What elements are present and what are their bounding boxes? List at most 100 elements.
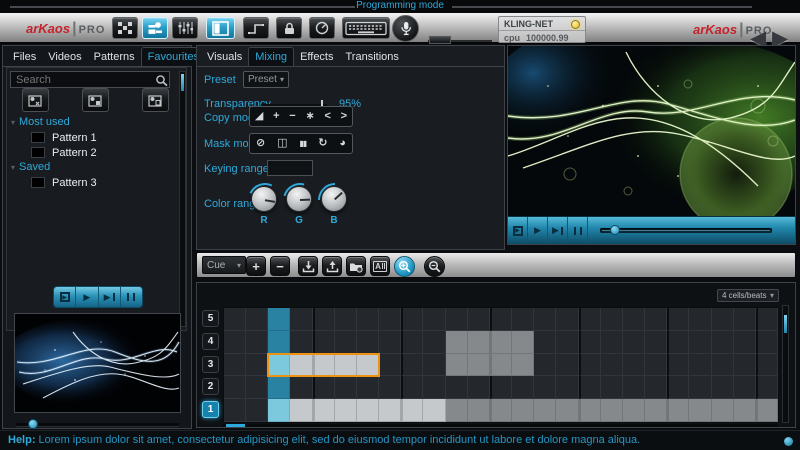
grid-cell[interactable] — [756, 376, 778, 399]
mask-mode-split-button[interactable]: ◫ — [277, 138, 287, 149]
grid-cell[interactable] — [689, 331, 711, 354]
grid-cell[interactable] — [224, 399, 246, 422]
grid-cell[interactable] — [601, 376, 623, 399]
grid-cell[interactable] — [446, 308, 468, 331]
mask-mode-bars-button[interactable]: ▮▮ — [299, 140, 306, 148]
grid-cell[interactable] — [335, 399, 357, 422]
microphone-button[interactable] — [392, 15, 419, 42]
tree-item-pattern-2[interactable]: Pattern 2 — [11, 145, 175, 160]
tree-group-saved[interactable]: ▾Saved — [11, 160, 175, 175]
grid-row-label-4[interactable]: 4 — [202, 333, 219, 350]
grid-cell[interactable] — [601, 399, 623, 422]
grid-cell[interactable] — [401, 354, 423, 377]
media-manager-button[interactable] — [346, 256, 366, 276]
grid-cell[interactable] — [490, 331, 512, 354]
grid-cell[interactable] — [623, 331, 645, 354]
grid-cell[interactable] — [712, 308, 734, 331]
grid-cell[interactable] — [734, 308, 756, 331]
library-filter-media-button[interactable] — [142, 88, 169, 112]
grid-cell[interactable] — [468, 354, 490, 377]
grid-cell[interactable] — [423, 331, 445, 354]
copy-mode-subtract-button[interactable]: − — [289, 111, 295, 122]
grid-cell[interactable] — [512, 354, 534, 377]
cue-dropdown[interactable]: Cue ▾ — [202, 256, 246, 274]
grid-cell[interactable] — [689, 354, 711, 377]
grid-cell[interactable] — [357, 331, 379, 354]
toolbar-keyboard-button[interactable] — [342, 17, 390, 39]
toolbar-faders-button[interactable] — [172, 17, 198, 39]
grid-cell[interactable] — [268, 376, 290, 399]
grid-cell[interactable] — [534, 354, 556, 377]
grid-cell[interactable] — [468, 376, 490, 399]
grid-cell[interactable] — [645, 399, 667, 422]
grid-cell[interactable] — [556, 308, 578, 331]
keying-range-input[interactable] — [267, 160, 313, 176]
remove-cell-button[interactable]: − — [270, 256, 290, 276]
grid-cell[interactable] — [579, 376, 601, 399]
grid-cell[interactable] — [423, 308, 445, 331]
zoom-in-button[interactable] — [394, 256, 415, 277]
tab-transitions[interactable]: Transitions — [340, 48, 405, 66]
copy-mode-multiply-button[interactable]: ∗ — [305, 111, 314, 122]
grid-cell[interactable] — [313, 354, 335, 377]
grid-cell[interactable] — [246, 308, 268, 331]
grid-cell[interactable] — [579, 308, 601, 331]
grid-cell[interactable] — [667, 399, 689, 422]
grid-cell[interactable] — [290, 399, 312, 422]
grid-cell[interactable] — [423, 354, 445, 377]
output-play-pause-button[interactable]: ▶ — [548, 217, 568, 244]
grid-row-label-1[interactable]: 1 — [202, 401, 219, 418]
play-button[interactable]: ▶ — [76, 287, 98, 307]
grid-cell[interactable] — [579, 354, 601, 377]
grid-cell[interactable] — [556, 376, 578, 399]
grid-cell[interactable] — [667, 354, 689, 377]
toolbar-preview-mixer-button[interactable] — [142, 17, 168, 39]
grid-cell[interactable] — [601, 354, 623, 377]
grid-cell[interactable] — [313, 308, 335, 331]
tab-effects[interactable]: Effects — [294, 48, 339, 66]
grid-cell[interactable] — [689, 399, 711, 422]
preset-dropdown[interactable]: Preset ▾ — [243, 71, 289, 88]
library-scrollbar[interactable] — [179, 71, 186, 327]
color-knob-g[interactable] — [286, 186, 312, 212]
grid-cell[interactable] — [712, 399, 734, 422]
grid-cell[interactable] — [689, 308, 711, 331]
copy-mode-fade-button[interactable]: ◢ — [255, 111, 263, 122]
grid-cell[interactable] — [623, 376, 645, 399]
grid-cell[interactable] — [490, 354, 512, 377]
grid-cell[interactable] — [734, 399, 756, 422]
tab-visuals[interactable]: Visuals — [201, 48, 248, 66]
toolbar-signal-path-button[interactable] — [243, 17, 269, 39]
grid-cell[interactable] — [534, 331, 556, 354]
grid-cell[interactable] — [468, 399, 490, 422]
grid-cell[interactable] — [734, 376, 756, 399]
color-knob-r[interactable] — [251, 186, 277, 212]
sequencer-vscrollbar-thumb[interactable] — [784, 315, 787, 333]
grid-cell[interactable] — [357, 308, 379, 331]
collapse-arrow-icon[interactable]: ▾ — [11, 118, 15, 127]
export-button[interactable] — [322, 256, 342, 276]
grid-cell[interactable] — [423, 399, 445, 422]
grid-cell[interactable] — [357, 354, 379, 377]
grid-cell[interactable] — [401, 376, 423, 399]
library-filter-all-button[interactable] — [22, 88, 49, 112]
output-pause-button[interactable] — [568, 217, 588, 244]
zoom-out-button[interactable] — [424, 256, 445, 277]
grid-cell[interactable] — [556, 354, 578, 377]
grid-cell[interactable] — [313, 376, 335, 399]
grid-cell[interactable] — [712, 331, 734, 354]
grid-cell[interactable] — [335, 354, 357, 377]
output-timeline-thumb[interactable] — [610, 225, 620, 235]
grid-cell[interactable] — [756, 331, 778, 354]
grid-cell[interactable] — [556, 399, 578, 422]
collapse-arrow-icon[interactable]: ▾ — [11, 163, 15, 172]
grid-cell[interactable] — [401, 308, 423, 331]
grid-cell[interactable] — [623, 308, 645, 331]
grid-cell[interactable] — [290, 308, 312, 331]
tree-item-pattern-1[interactable]: Pattern 1 — [11, 130, 175, 145]
library-filter-patterns-button[interactable] — [82, 88, 109, 112]
import-button[interactable] — [298, 256, 318, 276]
grid-cell[interactable] — [623, 354, 645, 377]
grid-cell[interactable] — [224, 331, 246, 354]
mask-mode-luma-button[interactable]: ◕ — [339, 138, 346, 149]
